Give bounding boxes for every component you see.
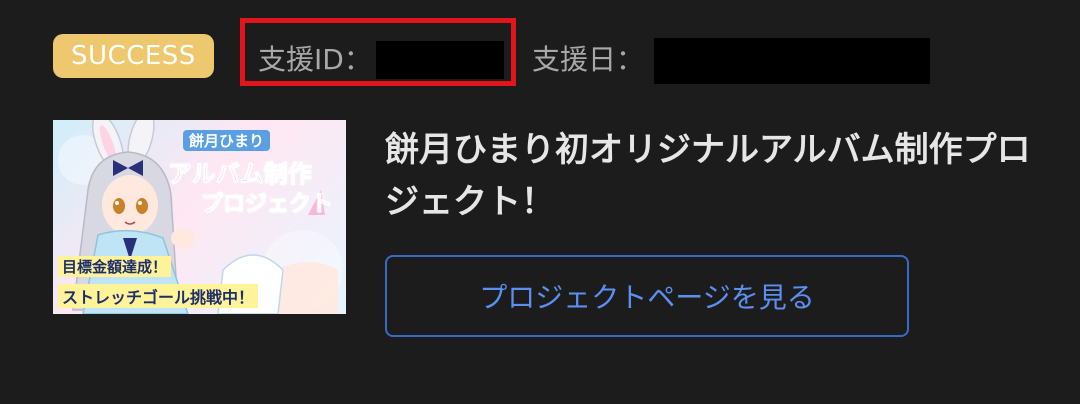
support-id-label: 支援ID： [258, 43, 372, 76]
thumbnail-title-line3: プロジェクト [200, 192, 334, 218]
support-date-redacted [654, 38, 930, 84]
status-row: SUCCESS [53, 20, 214, 92]
support-history-card: SUCCESS 支援ID： 支援日： 餅月ひまり アルバム制作 プロジェクト 目… [0, 0, 1080, 404]
thumbnail-title-line1: 餅月ひまり [183, 130, 271, 151]
project-title[interactable]: 餅月ひまり初オリジナルアルバム制作プロジェクト！ [385, 124, 1045, 228]
view-project-page-button[interactable]: プロジェクトページを見る [385, 255, 909, 337]
support-id-redacted [376, 41, 504, 79]
support-date-label: 支援日： [532, 43, 645, 76]
thumbnail-goal-line1: 目標金額達成！ [58, 256, 172, 277]
project-thumbnail[interactable]: 餅月ひまり アルバム制作 プロジェクト 目標金額達成！ ストレッチゴール挑戦中！ [53, 120, 346, 314]
status-badge: SUCCESS [53, 34, 214, 78]
thumbnail-goal-line2: ストレッチゴール挑戦中！ [58, 284, 259, 308]
thumbnail-title-line2: アルバム制作 [168, 160, 313, 189]
